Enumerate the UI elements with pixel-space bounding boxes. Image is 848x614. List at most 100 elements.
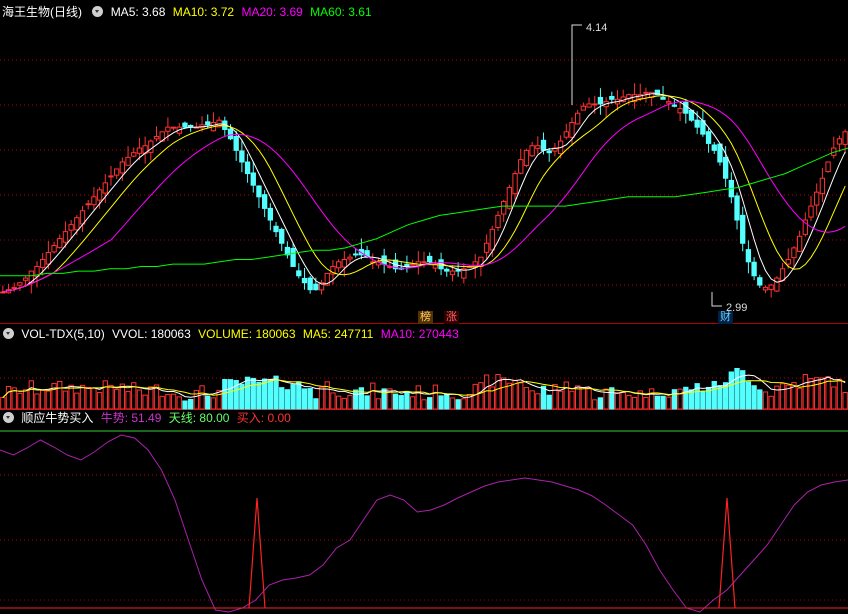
volume-bar <box>483 374 490 410</box>
volume-bar <box>330 392 336 410</box>
candle-body <box>62 231 69 243</box>
candle-body <box>483 242 490 253</box>
candle-body <box>125 156 131 166</box>
volume-bar <box>57 380 63 410</box>
volume-bar <box>187 398 194 410</box>
volume-bar <box>290 384 296 410</box>
volume-bar <box>529 390 535 410</box>
volume-bar <box>307 388 313 410</box>
volume-bar <box>45 390 52 410</box>
volume-bar <box>313 398 319 410</box>
candle-body <box>449 270 456 276</box>
candle-body <box>592 103 598 106</box>
volume-bar <box>831 386 837 410</box>
volume-bar <box>404 390 410 410</box>
volume-bar <box>654 395 661 410</box>
volume-bar <box>768 395 774 410</box>
kline-chart[interactable] <box>0 0 848 614</box>
buy-spike <box>248 497 266 609</box>
candle-body <box>427 255 433 263</box>
volume-bar <box>85 386 91 410</box>
candle-body <box>74 217 80 231</box>
volume-bar <box>586 387 592 410</box>
candle-body <box>671 104 678 107</box>
candle-body <box>421 261 427 264</box>
candle-body <box>205 121 211 126</box>
volume-bar <box>34 393 40 410</box>
volume-bar <box>438 395 444 410</box>
candle-body <box>563 131 569 138</box>
candle-body <box>256 185 262 198</box>
volume-bar <box>597 397 604 410</box>
candle-body <box>227 128 234 140</box>
candle-body <box>546 150 552 154</box>
volume-bar <box>102 380 108 410</box>
volume-bar <box>666 396 672 410</box>
volume-bar <box>762 391 769 410</box>
candle-body <box>335 261 342 269</box>
candle-body <box>40 258 46 269</box>
candle-body <box>404 263 410 267</box>
volume-bar <box>751 385 757 410</box>
volume-bar <box>643 396 649 410</box>
candle-body <box>79 210 86 225</box>
candle-body <box>762 286 769 291</box>
volume-bar <box>114 388 120 410</box>
candle-body <box>233 136 239 151</box>
candle-body <box>774 277 780 292</box>
volume-bar <box>244 376 251 410</box>
volume-bar <box>700 391 706 410</box>
candle-body <box>734 195 740 221</box>
candle-body <box>96 189 103 201</box>
volume-bar <box>74 392 80 410</box>
candle-body <box>506 187 513 209</box>
volume-bar <box>358 387 365 410</box>
candle-body <box>529 145 535 157</box>
candle-body <box>569 122 575 138</box>
volume-bar <box>728 371 734 410</box>
volume-bar <box>398 395 404 410</box>
volume-bar <box>353 389 359 410</box>
volume-bar <box>620 392 626 410</box>
candle-body <box>535 145 541 149</box>
candle-body <box>114 168 120 176</box>
candle-body <box>102 182 108 194</box>
volume-bar <box>182 400 188 410</box>
volume-bar <box>449 397 456 410</box>
volume-bar <box>170 393 177 410</box>
volume-bar <box>256 381 262 410</box>
volume-bar <box>808 378 814 410</box>
volume-bar <box>677 388 683 410</box>
candle-body <box>740 214 746 244</box>
candle-body <box>819 177 826 195</box>
candle-body <box>745 249 752 263</box>
candle-body <box>722 156 729 179</box>
candle-body <box>301 277 308 284</box>
candle-body <box>540 139 547 151</box>
candle-body <box>250 172 256 186</box>
volume-bar <box>455 399 461 410</box>
candle-body <box>267 207 273 221</box>
volume-bar <box>364 395 370 410</box>
candle-body <box>455 269 461 272</box>
volume-bar <box>159 395 165 410</box>
candle-body <box>523 149 530 166</box>
volume-bar <box>614 392 621 410</box>
candle-body <box>290 247 296 267</box>
volume-bar <box>296 381 302 410</box>
volume-bar <box>421 399 427 410</box>
volume-bar <box>91 387 97 410</box>
volume-bar <box>318 386 325 410</box>
candle-body <box>341 258 347 268</box>
volume-bar <box>814 377 820 410</box>
volume-bar <box>392 393 399 410</box>
volume-bar <box>648 388 655 410</box>
volume-bar <box>495 374 501 410</box>
volume-bar <box>506 382 513 410</box>
volume-bar <box>324 381 330 410</box>
candle-body <box>279 228 285 244</box>
candle-body <box>353 253 359 256</box>
volume-bar <box>563 381 569 410</box>
candle-body <box>68 224 74 231</box>
candle-body <box>643 91 649 94</box>
